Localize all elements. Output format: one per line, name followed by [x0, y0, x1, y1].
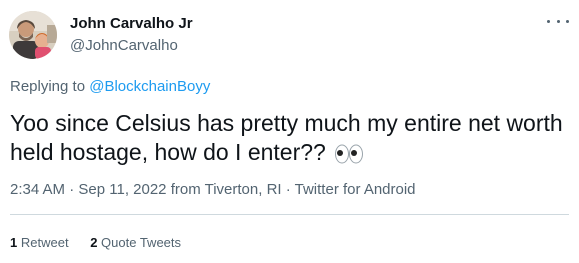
meta-separator: ·: [69, 181, 79, 198]
quote-tweets-count: 2: [90, 235, 98, 250]
tweet-date[interactable]: Sep 11, 2022: [78, 181, 166, 198]
quote-tweets-stat[interactable]: 2 Quote Tweets: [90, 235, 181, 250]
meta-separator: ·: [285, 181, 295, 198]
retweets-stat[interactable]: 1 Retweet: [10, 235, 69, 250]
replying-to: Replying to @BlockchainBoyy: [10, 78, 210, 95]
tweet-meta: 2:34 AM · Sep 11, 2022 from Tiverton, RI…: [10, 181, 416, 198]
tweet-stats: 1 Retweet 2 Quote Tweets: [10, 235, 199, 250]
user-handle[interactable]: @JohnCarvalho: [70, 37, 178, 54]
display-name[interactable]: John Carvalho Jr: [70, 15, 193, 32]
retweets-count: 1: [10, 235, 18, 250]
eyes-emoji-icon: [334, 142, 364, 164]
replying-to-mention[interactable]: @BlockchainBoyy: [89, 78, 210, 95]
tweet-text-body: Yoo since Celsius has pretty much my ent…: [10, 110, 563, 165]
replying-to-prefix: Replying to: [10, 78, 86, 95]
quote-tweets-label: Quote Tweets: [101, 235, 182, 250]
tweet-card: John Carvalho Jr @JohnCarvalho Replying …: [0, 0, 579, 263]
avatar[interactable]: [9, 11, 57, 59]
tweet-time[interactable]: 2:34 AM: [10, 181, 65, 198]
tweet-client[interactable]: Twitter for Android: [295, 181, 416, 198]
divider: [10, 214, 569, 215]
retweets-label: Retweet: [20, 235, 69, 250]
tweet-location[interactable]: from Tiverton, RI: [171, 181, 282, 198]
tweet-text: Yoo since Celsius has pretty much my ent…: [10, 109, 570, 167]
more-dots-icon[interactable]: [547, 13, 569, 29]
